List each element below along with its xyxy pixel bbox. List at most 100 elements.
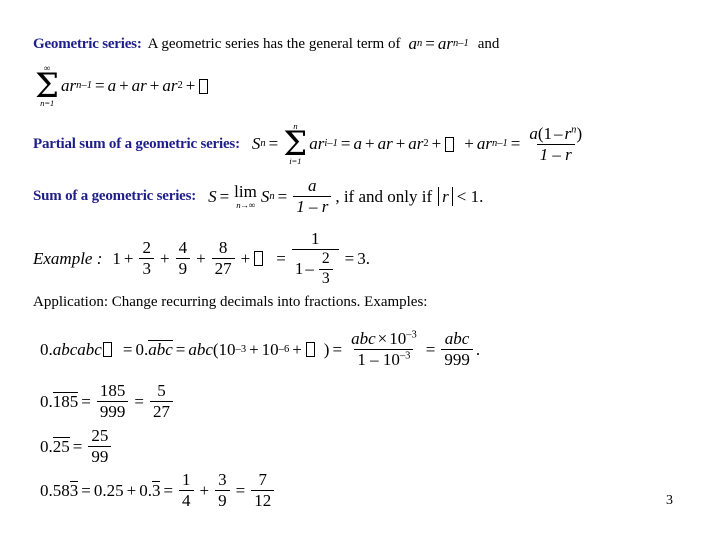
example-big-fraction: 1 1 – 2 3 [291,229,339,288]
sum-of-series-line: Sum of a geometric series: S = lim n→∞ S… [33,176,483,216]
abc-expand-coefficient: abc [188,339,213,359]
abc-equals-1: = [122,339,133,359]
sum-equals-2: = [277,186,288,206]
d185-fraction-1-denominator: 999 [96,401,129,421]
example-fraction-1-denominator: 3 [139,258,154,278]
sum-result-denominator: 1 – r [293,196,332,216]
partial-summand-base: ar [309,134,325,154]
decimal-185-equation: 0. 185 = 185 999 = 5 27 [40,381,176,421]
d185-overline: 185 [52,392,79,412]
slide-canvas: Geometric series: A geometric series has… [0,0,720,540]
sum-of-series-label: Sum of a geometric series: [33,188,197,205]
partial-sum-lower-limit: i=1 [289,156,302,167]
series-ellipsis-box-icon [199,78,209,94]
geometric-series-line: Geometric series: A geometric series has… [33,34,499,54]
partial-sum-equation: Sn = n Σ i=1 ar i–1 = a + ar + ar 2 + + ar… [252,122,588,166]
abc-lhs-repeat: abcabc [52,339,102,359]
sum-result-numerator: a [308,176,317,195]
partial-ellipsis-box-icon [445,136,455,152]
d583-term-2-overline: 3 [151,481,161,501]
abc-mid-prefix: 0. [135,339,149,359]
abc-power-2-base: 10 [261,339,279,359]
abc-num-times-icon: × [377,329,388,348]
limit-subscript: n→∞ [236,200,255,211]
partial-plus-1: + [364,134,375,154]
d185-equals-2: = [134,391,144,411]
partial-term-4: ar [476,134,492,154]
example-plus-4: + [240,248,251,268]
result-paren-open: (1 [537,123,553,143]
general-term-lhs: a [408,34,417,53]
series-plus-2: + [149,76,160,96]
example-nested-denominator: 3 [318,268,333,288]
general-term-equals: = [425,34,435,53]
d583-fraction-3-numerator: 7 [258,470,267,489]
d185-fraction-1-numerator: 185 [99,381,126,400]
sigma-icon: Σ [35,65,60,106]
partial-sum-result-denominator: 1 – r [536,143,575,164]
decimal-185-line: 0. 185 = 185 999 = 5 27 [40,381,176,421]
partial-sum-line: Partial sum of a geometric series: Sn = … [33,122,588,166]
abc-mid-overline: abc [148,340,173,360]
summand-base: ar [61,76,77,96]
series-plus-3: + [185,76,196,96]
decimal-583-line: 0.58 3 = 0.25 + 0. 3 = 1 4 + 3 9 = 7 12 [40,470,277,510]
d185-prefix: 0. [40,391,53,411]
sum-condition-text: , if and only if [335,186,433,206]
d185-equals-1: = [81,391,91,411]
example-fraction-3: 8 27 [211,238,235,278]
abc-fraction-1-denominator: 1 – 10–3 [354,349,414,370]
general-term-equation: an = ar n–1 [408,34,469,53]
d583-term-1: 0.25 [93,480,124,500]
d583-fraction-1-denominator: 4 [179,490,194,510]
d583-fraction-2-denominator: 9 [215,490,230,510]
series-term-3: ar [162,76,178,96]
partial-sum-equals-1: = [268,134,279,154]
d25-overline: 25 [52,437,70,457]
general-term-rhs: ar [437,34,453,53]
d583-plus-1: + [126,480,137,500]
limit-word: lim [234,182,257,202]
page-number: 3 [666,493,673,508]
example-plus-3: + [196,248,206,268]
partial-sum-equals-2: = [340,134,351,154]
abc-den-lead: 1 – 10 [357,350,400,370]
d583-fraction-3-denominator: 12 [251,490,275,510]
example-fraction-2: 4 9 [175,239,191,278]
d185-fraction-2-numerator: 5 [157,381,166,400]
example-big-fraction-denominator: 1 – 2 3 [291,249,339,288]
abc-num-exponent: –3 [406,329,417,341]
example-fraction-3-numerator: 8 [218,238,228,258]
d583-fraction-1-numerator: 1 [182,470,191,489]
d583-equals-1: = [81,480,91,500]
example-den-lead: 1 [294,259,304,279]
example-fraction-1: 2 3 [139,239,154,278]
d583-overline: 3 [69,481,79,501]
d583-term-2-prefix: 0. [139,480,152,500]
geometric-series-and: and [477,35,500,52]
d583-lead: 0.58 [40,480,70,500]
abc-fraction-1: abc × 10–3 1 – 10–3 [348,329,420,370]
abc-num-base: 10 [389,329,407,348]
abc-fraction-2-numerator: abc [444,329,470,348]
geometric-series-label: Geometric series: [33,35,142,52]
d583-plus-2: + [199,480,210,500]
partial-sum-s: S [251,134,261,154]
decimal-abc-equation: 0. abcabc = 0. abc = abc ( 10 –3 + 10 –6 +… [40,329,481,370]
sum-lower-limit: n=1 [40,98,54,109]
example-fraction-1-numerator: 2 [142,238,151,258]
d583-fraction-2-numerator: 3 [218,470,227,489]
example-equation: 1 + 2 3 + 4 9 + 8 27 + = 1 1 – 2 3 = 3. [112,229,371,288]
partial-sum-result-fraction: a(1– rn) 1 – r [526,123,585,164]
abc-expand-plus-1: + [249,339,259,359]
d25-prefix: 0. [40,436,53,456]
example-label: Example : [33,248,103,268]
d583-equals-3: = [235,480,246,500]
decimal-583-equation: 0.58 3 = 0.25 + 0. 3 = 1 4 + 3 9 = 7 12 [40,470,277,510]
abc-equals-2: = [175,339,186,359]
partial-plus-4: + [464,134,474,154]
example-result: 3. [357,248,371,268]
sum-equals-1: = [219,186,230,206]
d25-equals-1: = [72,436,83,456]
series-term-1: a [107,76,117,96]
